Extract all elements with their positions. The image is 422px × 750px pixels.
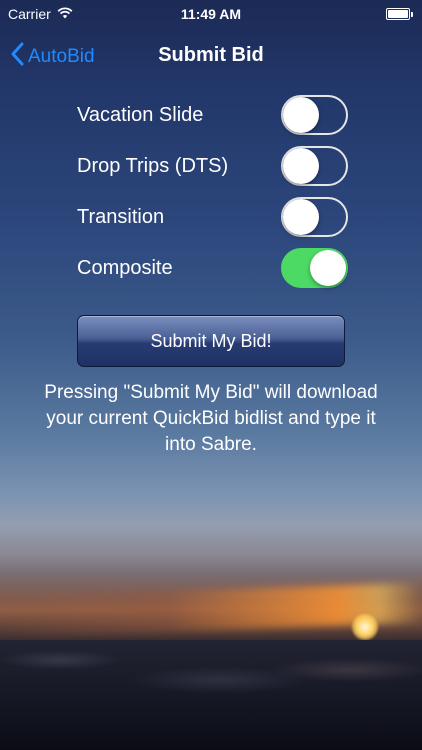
vacation-slide-switch[interactable] [281, 95, 348, 135]
toggle-row-vacation-slide: Vacation Slide [77, 95, 348, 135]
toggle-row-composite: Composite [77, 248, 348, 288]
nav-bar: AutoBid Submit Bid [0, 36, 422, 76]
toggle-row-transition: Transition [77, 197, 348, 237]
composite-switch[interactable] [281, 248, 348, 288]
switch-knob [283, 148, 319, 184]
page-title: Submit Bid [158, 44, 264, 66]
switch-knob [310, 250, 346, 286]
background-sun [352, 614, 378, 640]
status-bar: Carrier 11:49 AM [0, 0, 422, 28]
background-clouds [0, 640, 422, 750]
status-time: 11:49 AM [180, 6, 242, 22]
switch-knob [283, 199, 319, 235]
battery-fill [388, 10, 408, 18]
switch-knob [283, 97, 319, 133]
toggle-label: Composite [77, 256, 173, 279]
toggle-row-drop-trips: Drop Trips (DTS) [77, 146, 348, 186]
toggle-label: Drop Trips (DTS) [77, 154, 229, 177]
transition-switch[interactable] [281, 197, 348, 237]
drop-trips-switch[interactable] [281, 146, 348, 186]
battery-icon [386, 8, 413, 20]
info-text: Pressing "Submit My Bid" will download y… [44, 382, 378, 455]
toggle-label: Vacation Slide [77, 103, 204, 126]
submit-bid-button[interactable]: Submit My Bid! [77, 315, 345, 367]
toggle-label: Transition [77, 205, 165, 228]
